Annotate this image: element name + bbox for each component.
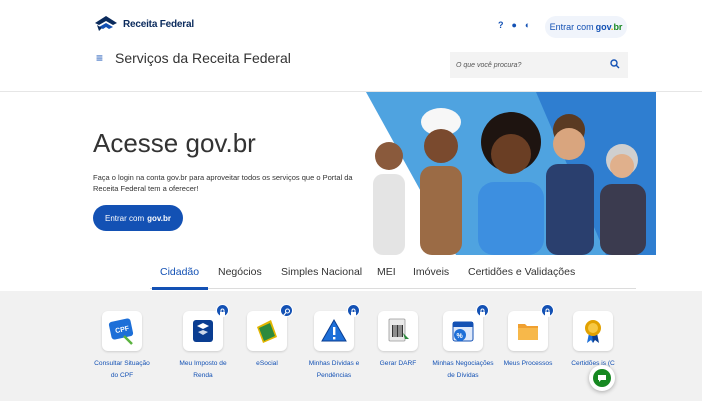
lock-icon (476, 304, 489, 317)
service-dividas-pendencias[interactable]: Minhas Dívidas e Pendências (303, 304, 365, 382)
active-tab-indicator (152, 287, 208, 290)
service-tile: CPF (102, 311, 142, 351)
lock-icon (216, 304, 229, 317)
govbr-logo: gov.br (595, 22, 623, 32)
hero-button-label: Entrar com (105, 213, 145, 223)
hero-description: Faça o login na conta gov.br para aprove… (93, 173, 353, 193)
lock-icon (347, 304, 360, 317)
service-imposto-renda[interactable]: Meu Imposto de Renda (172, 304, 234, 382)
contrast-icon[interactable]: ◐ (525, 20, 530, 30)
service-tile (183, 304, 229, 351)
category-tabs: Cidadão Negócios Simples Nacional MEI Im… (150, 264, 636, 290)
tax-form-icon (193, 320, 213, 342)
header: Receita Federal ≡ Serviços da Receita Fe… (0, 0, 702, 92)
service-tile: % (443, 304, 489, 351)
folder-icon (518, 324, 538, 340)
service-label: Gerar DARF (379, 360, 417, 367)
key-icon (280, 304, 293, 317)
search-input[interactable]: O que você procura? (450, 52, 628, 78)
login-govbr-button[interactable]: Entrar com gov.br (545, 16, 627, 38)
service-esocial[interactable]: eSocial (236, 304, 298, 370)
chat-icon (593, 369, 611, 387)
site-title: Serviços da Receita Federal (115, 50, 291, 66)
lock-icon (541, 304, 554, 317)
service-label: Minhas Dívidas e Pendências (308, 360, 360, 379)
tab-mei[interactable]: MEI (377, 266, 396, 278)
receita-logo-icon (95, 16, 117, 31)
service-label: Meu Imposto de Renda (179, 360, 227, 379)
receita-logo[interactable]: Receita Federal (93, 15, 194, 33)
search-placeholder: O que você procura? (456, 61, 522, 69)
cpf-card-icon: CPF (108, 318, 134, 345)
warning-icon (321, 318, 347, 342)
help-icon[interactable]: ? (498, 20, 504, 30)
service-consultar-cpf[interactable]: CPF Consultar Situação do CPF (91, 311, 153, 382)
logo-text: Receita Federal (123, 18, 194, 30)
hamburger-menu-icon[interactable]: ≡ (96, 52, 103, 64)
service-tile (508, 304, 554, 351)
hero-button-brand: gov.br (147, 213, 171, 223)
service-negociacoes-dividas[interactable]: % Minhas Negociações de Dívidas (432, 304, 494, 382)
service-certidoes[interactable]: Certidões is (C (562, 311, 624, 370)
service-tile (247, 304, 293, 351)
service-label: Minhas Negociações de Dívidas (432, 360, 494, 379)
svg-text:%: % (457, 333, 464, 340)
service-label: Consultar Situação do CPF (94, 360, 150, 379)
barcode-document-icon (388, 318, 409, 342)
hero-people-illustration (366, 92, 656, 255)
medal-icon (585, 320, 601, 343)
hero-login-button[interactable]: Entrar com gov.br (93, 205, 183, 231)
service-tile (314, 304, 360, 351)
search-icon[interactable] (610, 58, 620, 72)
service-label: eSocial (256, 360, 278, 367)
chat-button[interactable] (589, 365, 615, 391)
service-meus-processos[interactable]: Meus Processos (497, 304, 559, 370)
hero-title: Acesse gov.br (93, 128, 256, 158)
service-gerar-darf[interactable]: Gerar DARF (367, 311, 429, 370)
service-tile (378, 311, 418, 351)
service-label: Meus Processos (503, 360, 553, 367)
tab-certidoes[interactable]: Certidões e Validações (468, 266, 575, 278)
service-tile (573, 311, 613, 351)
calendar-percent-icon: % (452, 321, 474, 342)
header-tools: ? ● ◐ (498, 20, 530, 30)
tab-negocios[interactable]: Negócios (218, 266, 262, 278)
tab-imoveis[interactable]: Imóveis (413, 266, 449, 278)
tab-simples-nacional[interactable]: Simples Nacional (281, 266, 362, 278)
esocial-icon (257, 320, 277, 343)
accessibility-icon[interactable]: ● (512, 20, 517, 30)
login-label: Entrar com (549, 22, 594, 32)
tab-cidadao[interactable]: Cidadão (160, 266, 199, 278)
